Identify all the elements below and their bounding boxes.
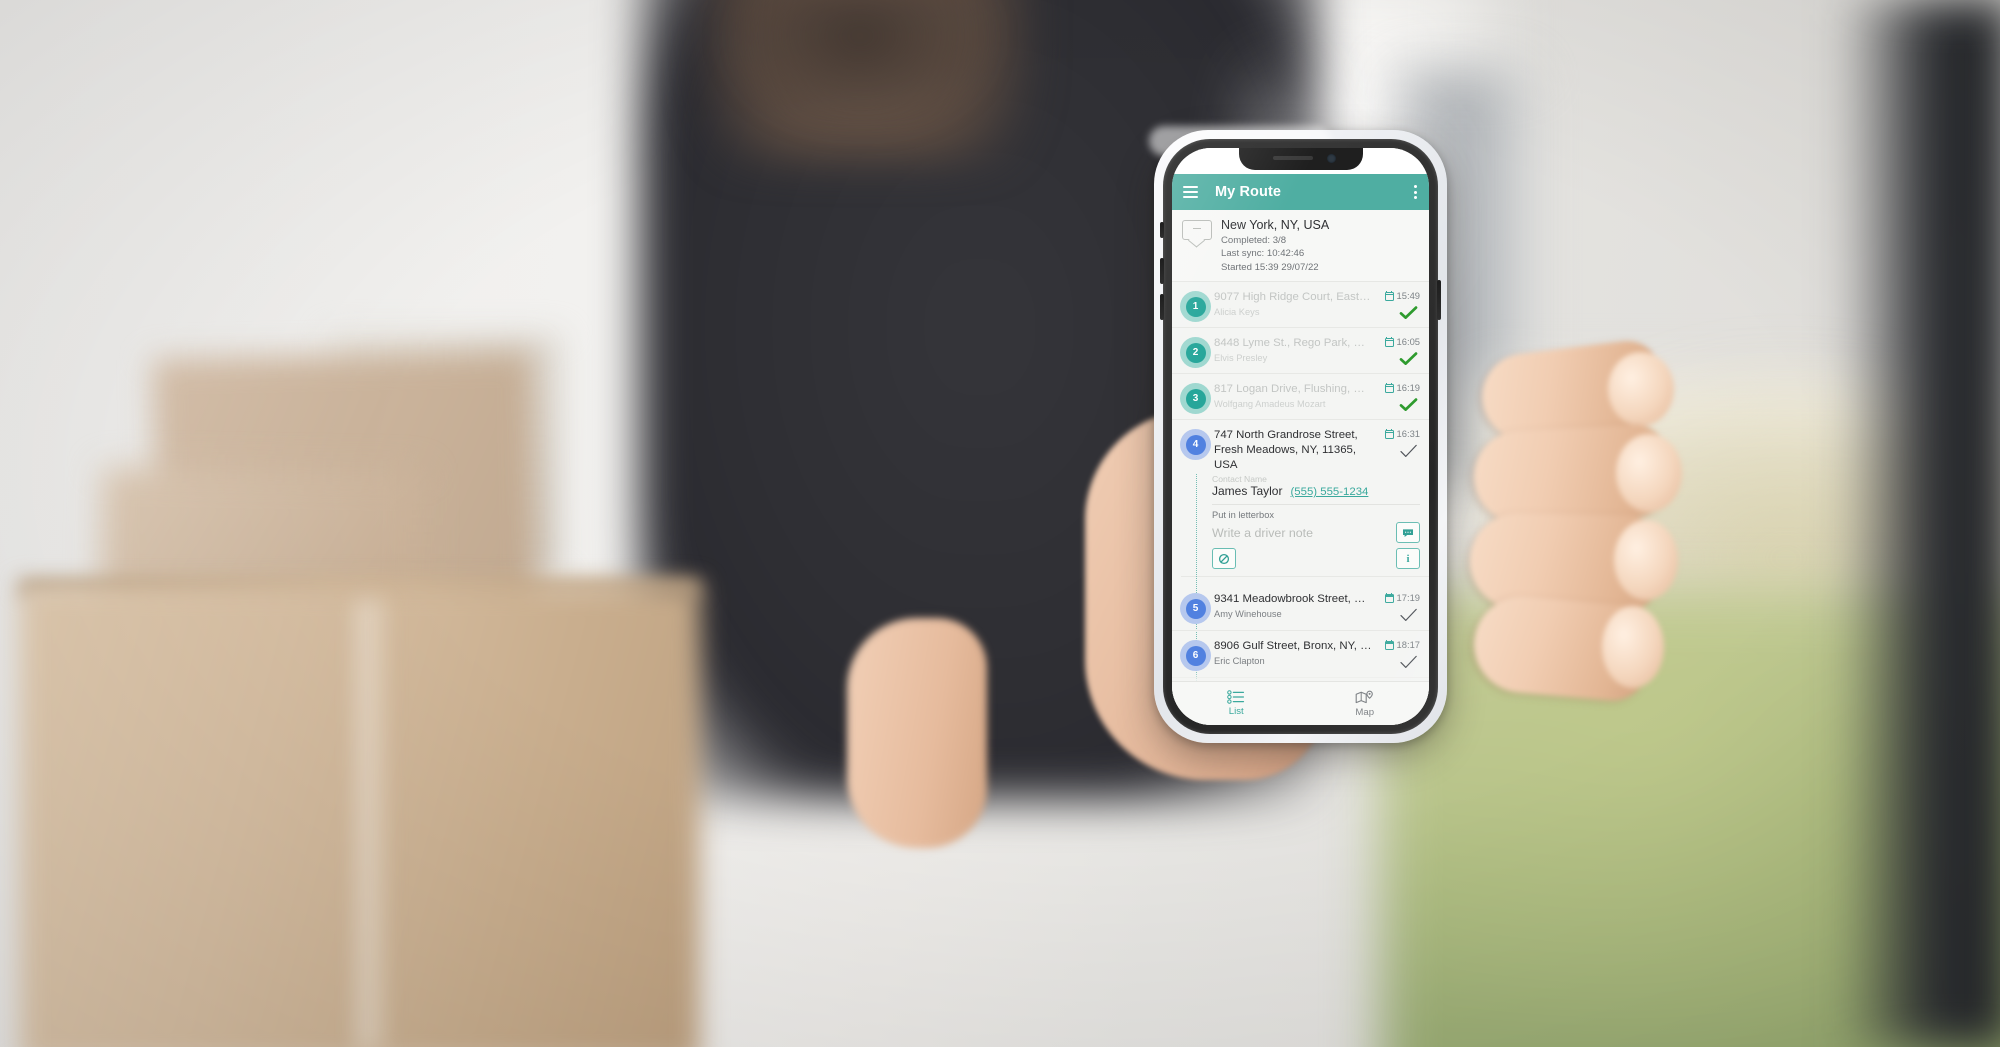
stop-address: 9077 High Ridge Court, East El... <box>1214 291 1372 304</box>
stop-number: 4 <box>1185 434 1206 455</box>
route-location: New York, NY, USA <box>1221 218 1330 232</box>
route-last-sync: Last sync: 10:42:46 <box>1221 248 1305 260</box>
notch <box>1238 148 1363 170</box>
stop-address: 747 North Grandrose Street, Fresh Meadow… <box>1214 429 1358 471</box>
volume-down-button[interactable] <box>1160 294 1164 320</box>
stop-marker: 1 <box>1180 289 1212 323</box>
stop-marker: 4 <box>1180 427 1212 472</box>
page-title: My Route <box>1215 184 1282 200</box>
thumb <box>847 618 987 848</box>
map-pin-bubble-icon <box>1182 220 1212 248</box>
fingertip-pinky <box>1602 606 1664 688</box>
stop-marker: 2 <box>1180 335 1212 369</box>
contact-name-value: James Taylor <box>1212 484 1283 499</box>
kebab-more-icon[interactable] <box>1414 185 1417 199</box>
stop-contact: Wolfgang Amadeus Mozart <box>1214 399 1326 410</box>
stop-number: 6 <box>1185 645 1206 666</box>
stop-address: 8448 Lyme St., Rego Park, NY,... <box>1214 337 1372 350</box>
stop-address: 9341 Meadowbrook Street, Bay... <box>1214 593 1372 606</box>
stop-contact: Amy Winehouse <box>1214 608 1282 619</box>
stop-contact: Alicia Keys <box>1214 307 1260 318</box>
stop-marker: 6 <box>1180 638 1212 672</box>
earpiece-speaker <box>1272 156 1313 160</box>
stop-address: 817 Logan Drive, Flushing, NY, 11... <box>1214 383 1372 396</box>
route-started: Started 15:39 29/07/22 <box>1221 261 1319 273</box>
fingertip-middle <box>1616 434 1682 512</box>
stop-marker: 5 <box>1180 591 1212 625</box>
fingertip-index <box>1608 352 1674 426</box>
stop-contact: Eric Clapton <box>1214 655 1265 666</box>
fingertip-ring <box>1614 520 1678 600</box>
hamburger-menu-icon[interactable] <box>1183 186 1198 198</box>
route-completed: Completed: 3/8 <box>1221 234 1287 246</box>
tab-list-label: List <box>1228 706 1244 717</box>
stop-number: 1 <box>1185 296 1206 317</box>
hand-fingers-front <box>1370 300 1830 820</box>
stop-address: 8906 Gulf Street, Bronx, NY, 104... <box>1214 640 1372 653</box>
volume-up-button[interactable] <box>1160 258 1164 284</box>
stop-contact: Elvis Presley <box>1214 353 1268 364</box>
contact-phone-link[interactable]: (555) 555-1234 <box>1290 486 1368 498</box>
front-camera <box>1326 154 1336 163</box>
bullet-list-icon <box>1227 690 1245 704</box>
app-bar: My Route <box>1172 174 1429 210</box>
tab-list[interactable]: List <box>1172 682 1301 725</box>
route-summary: New York, NY, USA Completed: 3/8 Last sy… <box>1172 210 1429 283</box>
stop-number: 2 <box>1185 342 1206 363</box>
driver-note-input[interactable]: Write a driver note <box>1212 526 1313 540</box>
cancel-prohibited-icon[interactable] <box>1212 548 1236 570</box>
mute-switch[interactable] <box>1160 222 1164 238</box>
stop-number: 5 <box>1185 598 1206 619</box>
stop-marker: 3 <box>1180 381 1212 415</box>
stop-number: 3 <box>1185 388 1206 409</box>
